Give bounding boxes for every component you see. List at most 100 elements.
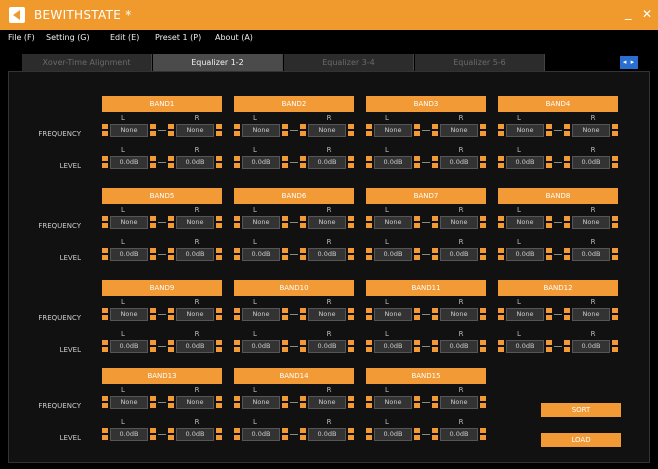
- band-1-level-right-stepper-icon[interactable]: [168, 156, 174, 168]
- band-5-level-right-stepper-icon[interactable]: [168, 248, 174, 260]
- band-13-level-left-stepper-icon[interactable]: [102, 428, 108, 440]
- band-11-freq-left-stepper-icon[interactable]: [414, 308, 420, 320]
- band-3-freq-right-stepper-icon[interactable]: [480, 124, 486, 136]
- band-2-level-left-stepper-icon[interactable]: [234, 156, 240, 168]
- menu-preset[interactable]: Preset 1 (P): [155, 33, 201, 42]
- band-8-freq-right-stepper-icon[interactable]: [612, 216, 618, 228]
- band-10-freq-left-value[interactable]: None: [242, 308, 280, 321]
- band-3-level-right-value[interactable]: 0.0dB: [440, 156, 478, 169]
- band-9-level-right-stepper-icon[interactable]: [168, 340, 174, 352]
- band-13-freq-right-value[interactable]: None: [176, 396, 214, 409]
- tab-scroll-arrows-icon[interactable]: ◂ ▸: [620, 56, 638, 69]
- band-8-freq-right-stepper-icon[interactable]: [564, 216, 570, 228]
- band-2-level-left-stepper-icon[interactable]: [282, 156, 288, 168]
- band-5-level-left-value[interactable]: 0.0dB: [110, 248, 148, 261]
- band-1-freq-left-value[interactable]: None: [110, 124, 148, 137]
- band-5-freq-left-stepper-icon[interactable]: [150, 216, 156, 228]
- band-7-freq-left-value[interactable]: None: [374, 216, 412, 229]
- band-7-level-right-value[interactable]: 0.0dB: [440, 248, 478, 261]
- band-10-freq-right-stepper-icon[interactable]: [348, 308, 354, 320]
- band-5-freq-right-stepper-icon[interactable]: [168, 216, 174, 228]
- band-10-level-right-stepper-icon[interactable]: [300, 340, 306, 352]
- band-5-level-left-stepper-icon[interactable]: [150, 248, 156, 260]
- band-3-level-left-value[interactable]: 0.0dB: [374, 156, 412, 169]
- band-4-freq-left-value[interactable]: None: [506, 124, 544, 137]
- band-8-freq-left-stepper-icon[interactable]: [546, 216, 552, 228]
- band-8-label[interactable]: BAND8: [498, 188, 618, 204]
- band-7-freq-right-stepper-icon[interactable]: [432, 216, 438, 228]
- band-10-freq-left-stepper-icon[interactable]: [234, 308, 240, 320]
- band-7-freq-left-stepper-icon[interactable]: [414, 216, 420, 228]
- band-9-freq-right-stepper-icon[interactable]: [168, 308, 174, 320]
- band-1-level-left-stepper-icon[interactable]: [102, 156, 108, 168]
- band-1-freq-right-value[interactable]: None: [176, 124, 214, 137]
- band-1-level-left-value[interactable]: 0.0dB: [110, 156, 148, 169]
- band-14-freq-left-stepper-icon[interactable]: [282, 396, 288, 408]
- minimize-button[interactable]: _: [625, 6, 632, 22]
- band-12-level-right-stepper-icon[interactable]: [564, 340, 570, 352]
- band-15-freq-left-value[interactable]: None: [374, 396, 412, 409]
- band-5-freq-left-value[interactable]: None: [110, 216, 148, 229]
- band-4-freq-left-stepper-icon[interactable]: [498, 124, 504, 136]
- band-6-freq-left-stepper-icon[interactable]: [234, 216, 240, 228]
- band-4-freq-left-stepper-icon[interactable]: [546, 124, 552, 136]
- band-15-level-right-stepper-icon[interactable]: [480, 428, 486, 440]
- band-13-level-right-stepper-icon[interactable]: [216, 428, 222, 440]
- band-12-freq-right-stepper-icon[interactable]: [612, 308, 618, 320]
- band-4-freq-right-stepper-icon[interactable]: [564, 124, 570, 136]
- band-14-level-left-stepper-icon[interactable]: [282, 428, 288, 440]
- band-12-freq-right-stepper-icon[interactable]: [564, 308, 570, 320]
- band-2-freq-left-value[interactable]: None: [242, 124, 280, 137]
- tab-equalizer-1-2[interactable]: Equalizer 1-2: [153, 54, 283, 71]
- band-2-level-right-stepper-icon[interactable]: [348, 156, 354, 168]
- band-6-level-left-stepper-icon[interactable]: [234, 248, 240, 260]
- band-6-freq-right-stepper-icon[interactable]: [300, 216, 306, 228]
- band-11-level-left-stepper-icon[interactable]: [366, 340, 372, 352]
- band-4-level-left-value[interactable]: 0.0dB: [506, 156, 544, 169]
- band-4-level-right-stepper-icon[interactable]: [564, 156, 570, 168]
- band-7-level-right-stepper-icon[interactable]: [432, 248, 438, 260]
- band-15-level-right-value[interactable]: 0.0dB: [440, 428, 478, 441]
- band-9-freq-left-value[interactable]: None: [110, 308, 148, 321]
- band-15-level-left-stepper-icon[interactable]: [366, 428, 372, 440]
- band-2-freq-right-stepper-icon[interactable]: [300, 124, 306, 136]
- band-9-label[interactable]: BAND9: [102, 280, 222, 296]
- band-8-level-left-value[interactable]: 0.0dB: [506, 248, 544, 261]
- band-13-freq-right-stepper-icon[interactable]: [168, 396, 174, 408]
- band-9-level-left-stepper-icon[interactable]: [150, 340, 156, 352]
- band-14-freq-left-value[interactable]: None: [242, 396, 280, 409]
- band-1-level-left-stepper-icon[interactable]: [150, 156, 156, 168]
- band-9-freq-right-stepper-icon[interactable]: [216, 308, 222, 320]
- menu-file[interactable]: File (F): [8, 33, 35, 42]
- band-9-freq-left-stepper-icon[interactable]: [150, 308, 156, 320]
- band-14-freq-right-stepper-icon[interactable]: [348, 396, 354, 408]
- band-9-level-left-value[interactable]: 0.0dB: [110, 340, 148, 353]
- band-14-level-right-stepper-icon[interactable]: [348, 428, 354, 440]
- band-8-freq-right-value[interactable]: None: [572, 216, 610, 229]
- band-7-freq-left-stepper-icon[interactable]: [366, 216, 372, 228]
- band-12-freq-left-stepper-icon[interactable]: [498, 308, 504, 320]
- band-1-level-right-value[interactable]: 0.0dB: [176, 156, 214, 169]
- band-3-label[interactable]: BAND3: [366, 96, 486, 112]
- band-12-label[interactable]: BAND12: [498, 280, 618, 296]
- band-8-level-left-stepper-icon[interactable]: [546, 248, 552, 260]
- band-4-level-left-stepper-icon[interactable]: [546, 156, 552, 168]
- band-5-level-right-value[interactable]: 0.0dB: [176, 248, 214, 261]
- band-3-level-right-stepper-icon[interactable]: [432, 156, 438, 168]
- band-14-freq-left-stepper-icon[interactable]: [234, 396, 240, 408]
- band-14-level-left-stepper-icon[interactable]: [234, 428, 240, 440]
- band-15-level-right-stepper-icon[interactable]: [432, 428, 438, 440]
- tab-equalizer-5-6[interactable]: Equalizer 5-6: [415, 54, 545, 71]
- band-13-freq-left-value[interactable]: None: [110, 396, 148, 409]
- band-11-freq-left-value[interactable]: None: [374, 308, 412, 321]
- band-7-freq-right-stepper-icon[interactable]: [480, 216, 486, 228]
- band-14-freq-right-stepper-icon[interactable]: [300, 396, 306, 408]
- band-13-level-left-value[interactable]: 0.0dB: [110, 428, 148, 441]
- band-3-freq-left-stepper-icon[interactable]: [366, 124, 372, 136]
- band-11-freq-right-value[interactable]: None: [440, 308, 478, 321]
- band-4-freq-right-stepper-icon[interactable]: [612, 124, 618, 136]
- band-8-freq-left-stepper-icon[interactable]: [498, 216, 504, 228]
- band-14-level-right-stepper-icon[interactable]: [300, 428, 306, 440]
- band-3-level-left-stepper-icon[interactable]: [366, 156, 372, 168]
- band-7-level-right-stepper-icon[interactable]: [480, 248, 486, 260]
